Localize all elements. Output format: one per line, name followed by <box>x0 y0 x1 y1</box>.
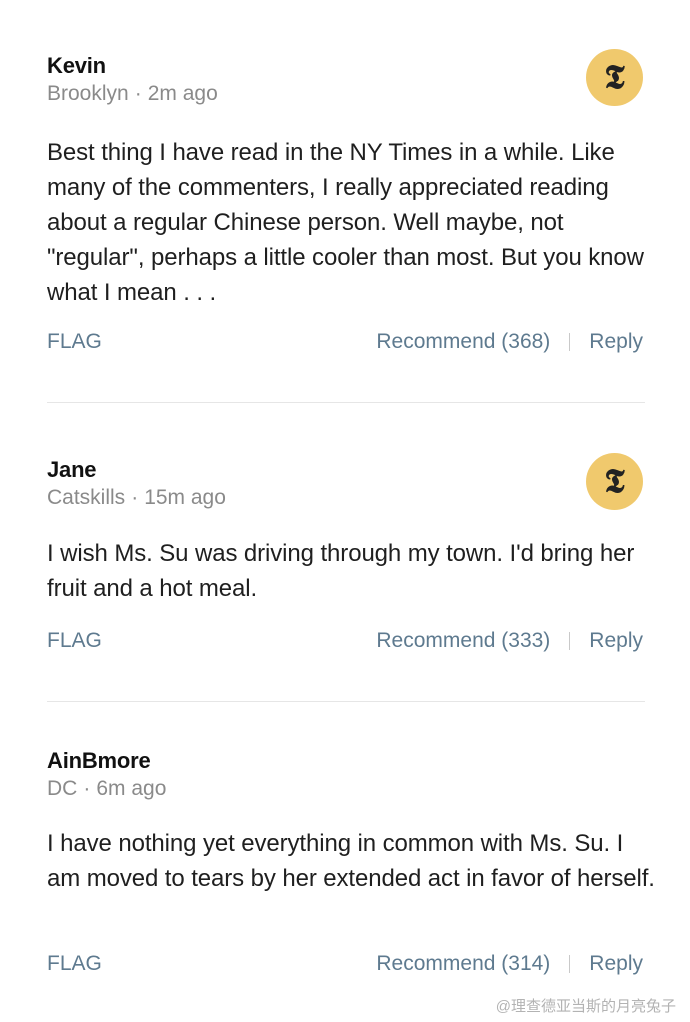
comment-actions-right: Recommend (314) Reply <box>376 952 643 976</box>
nyt-logo-glyph: 𝕿 <box>604 57 625 96</box>
comment-body: I have nothing yet everything in common … <box>47 830 655 892</box>
nyt-logo-icon: 𝕿 <box>586 49 643 106</box>
action-divider <box>569 955 571 973</box>
recommend-button[interactable]: Recommend (333) <box>376 629 550 653</box>
flag-button[interactable]: FLAG <box>47 330 102 354</box>
reply-button[interactable]: Reply <box>589 330 643 354</box>
reply-button[interactable]: Reply <box>589 629 643 653</box>
comment-divider <box>47 701 645 702</box>
action-divider <box>569 333 571 351</box>
watermark: @理查德亚当斯的月亮兔子 <box>495 998 676 1015</box>
comment-time: 2m ago <box>147 82 218 105</box>
comment-body: I wish Ms. Su was driving through my tow… <box>47 540 635 602</box>
nyt-logo-glyph: 𝕿 <box>604 461 625 500</box>
comment-body: Best thing I have read in the NY Times i… <box>47 139 644 306</box>
comment-meta: Brooklyn · 2m ago <box>47 82 218 106</box>
comment-meta: Catskills · 15m ago <box>47 486 226 510</box>
comment-actions: FLAG Recommend (333) Reply <box>47 629 643 659</box>
commenter-location: Brooklyn <box>47 82 129 105</box>
comment-meta: DC · 6m ago <box>47 777 166 801</box>
flag-button[interactable]: FLAG <box>47 952 102 976</box>
flag-button[interactable]: FLAG <box>47 629 102 653</box>
comment-time: 6m ago <box>96 777 167 800</box>
commenter-location: Catskills <box>47 486 126 509</box>
commenter-location: DC <box>47 777 78 800</box>
meta-separator: · <box>83 777 91 800</box>
comment-actions-right: Recommend (333) Reply <box>376 629 643 653</box>
commenter-name[interactable]: Kevin <box>47 53 106 79</box>
comment-actions: FLAG Recommend (368) Reply <box>47 330 643 360</box>
comment-actions-right: Recommend (368) Reply <box>376 330 643 354</box>
meta-separator: · <box>131 486 139 509</box>
comments-page: Kevin Brooklyn · 2m ago 𝕿 Best thing I hav… <box>0 0 690 1022</box>
commenter-name[interactable]: Jane <box>47 457 97 483</box>
comment-actions: FLAG Recommend (314) Reply <box>47 952 643 982</box>
comment-time: 15m ago <box>144 486 226 509</box>
commenter-name[interactable]: AinBmore <box>47 748 151 774</box>
comment-divider <box>47 402 645 403</box>
reply-button[interactable]: Reply <box>589 952 643 976</box>
nyt-logo-icon: 𝕿 <box>586 453 643 510</box>
meta-separator: · <box>134 82 142 105</box>
action-divider <box>569 632 571 650</box>
recommend-button[interactable]: Recommend (314) <box>376 952 550 976</box>
recommend-button[interactable]: Recommend (368) <box>376 330 550 354</box>
